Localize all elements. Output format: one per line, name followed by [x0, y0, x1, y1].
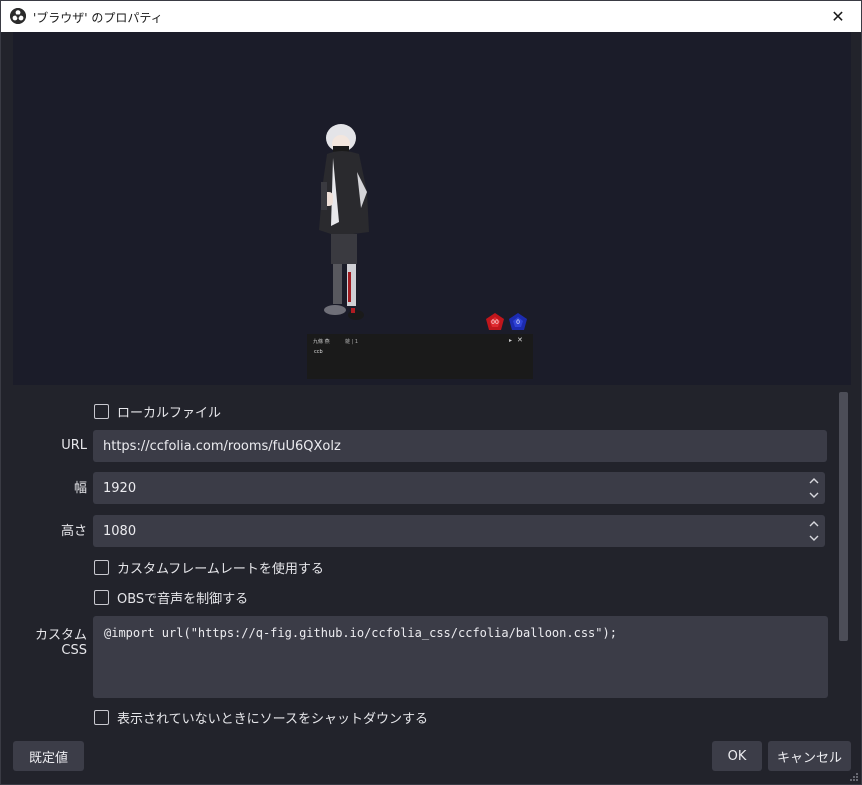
- red-dice-icon: 00: [486, 313, 504, 330]
- cancel-button[interactable]: キャンセル: [768, 741, 851, 771]
- shutdown-checkbox-row[interactable]: 表示されていないときにソースをシャットダウンする: [94, 708, 428, 727]
- obs-audio-checkbox[interactable]: [94, 590, 109, 605]
- width-label: 幅: [73, 481, 87, 496]
- red-dice-label: 00: [491, 319, 499, 326]
- chevron-down-icon: [809, 492, 819, 498]
- chat-arrow-icon: ▸: [509, 337, 513, 344]
- url-label: URL: [61, 438, 87, 453]
- chat-speaker: 九條 燕: [313, 339, 330, 345]
- title-bar: 'ブラウザ' のプロパティ ✕: [1, 1, 861, 32]
- height-value: 1080: [103, 523, 137, 539]
- height-spinbox[interactable]: 1080: [93, 515, 825, 547]
- local-file-checkbox[interactable]: [94, 404, 109, 419]
- window-title: 'ブラウザ' のプロパティ: [33, 11, 163, 25]
- character-illustration: [319, 124, 369, 320]
- obs-audio-checkbox-row[interactable]: OBSで音声を制御する: [94, 588, 248, 607]
- ok-button[interactable]: OK: [712, 741, 762, 771]
- scrollbar-thumb[interactable]: [839, 392, 848, 641]
- resize-grip-icon[interactable]: [849, 772, 859, 782]
- chevron-down-icon: [809, 535, 819, 541]
- chevron-up-icon: [809, 521, 819, 527]
- height-spin-controls: [807, 518, 821, 544]
- local-file-checkbox-row[interactable]: ローカルファイル: [94, 402, 221, 421]
- chat-message: ccb: [314, 349, 323, 355]
- chevron-up-icon: [809, 478, 819, 484]
- url-input[interactable]: https://ccfolia.com/rooms/fuU6QXolz: [93, 430, 827, 462]
- defaults-button[interactable]: 既定値: [13, 741, 84, 771]
- height-decrement-button[interactable]: [807, 532, 821, 544]
- blue-dice-label: 0: [516, 319, 520, 326]
- width-spinbox[interactable]: 1920: [93, 472, 825, 504]
- custom-fps-label: カスタムフレームレートを使用する: [117, 562, 324, 577]
- custom-fps-checkbox-row[interactable]: カスタムフレームレートを使用する: [94, 558, 324, 577]
- chat-panel: 九條 燕 雑 | 1 ▸ ✕ ccb: [307, 334, 533, 379]
- properties-dialog: 'ブラウザ' のプロパティ ✕ 00 0 九條 燕 雑 | 1 ▸ ✕ ccb …: [0, 0, 862, 785]
- browser-preview: 00 0 九條 燕 雑 | 1 ▸ ✕ ccb: [13, 32, 851, 385]
- obs-logo-icon: [10, 8, 26, 24]
- blue-dice-icon: 0: [509, 313, 527, 330]
- custom-fps-checkbox[interactable]: [94, 560, 109, 575]
- height-label: 高さ: [60, 524, 87, 539]
- close-icon: ✕: [831, 7, 845, 26]
- custom-css-label: カスタム CSS: [34, 628, 87, 658]
- obs-audio-label: OBSで音声を制御する: [117, 592, 249, 607]
- url-value: https://ccfolia.com/rooms/fuU6QXolz: [103, 438, 341, 454]
- width-spin-controls: [807, 475, 821, 501]
- local-file-label: ローカルファイル: [117, 406, 222, 421]
- height-increment-button[interactable]: [807, 518, 821, 530]
- chat-close-icon: ✕: [517, 336, 523, 344]
- shutdown-label: 表示されていないときにソースをシャットダウンする: [117, 712, 428, 727]
- custom-css-textarea[interactable]: @import url("https://q-fig.github.io/ccf…: [93, 616, 828, 698]
- close-button[interactable]: ✕: [815, 1, 861, 32]
- width-increment-button[interactable]: [807, 475, 821, 487]
- chat-channel: 雑 | 1: [345, 339, 359, 345]
- width-decrement-button[interactable]: [807, 489, 821, 501]
- shutdown-checkbox[interactable]: [94, 710, 109, 725]
- width-value: 1920: [103, 480, 137, 496]
